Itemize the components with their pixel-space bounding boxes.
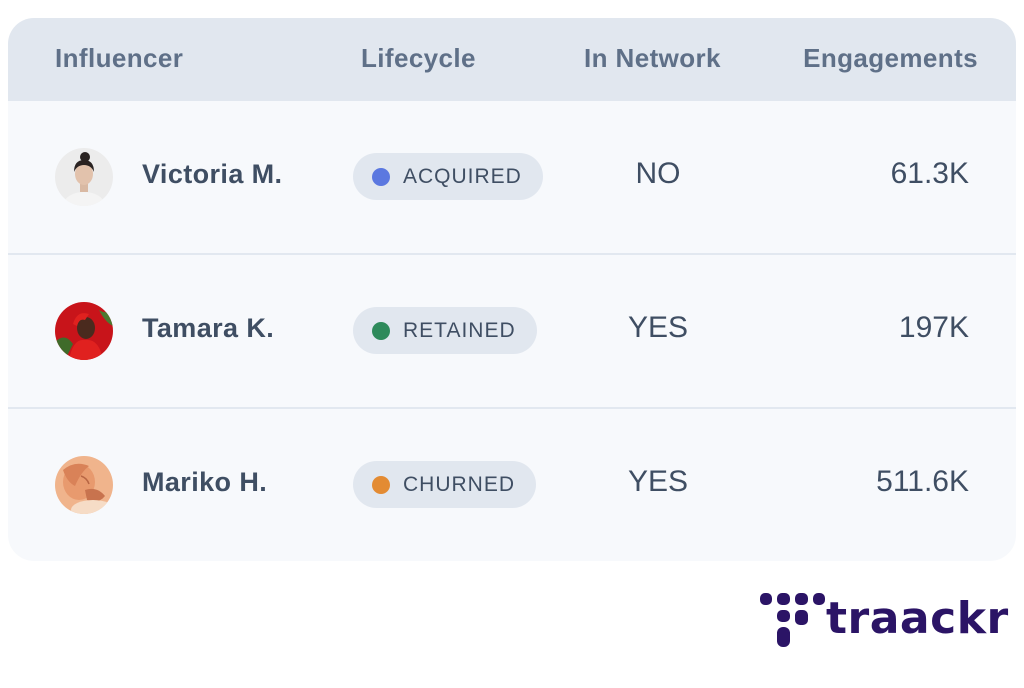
status-dot-icon: [372, 321, 390, 340]
engagements-value: 511.6K: [876, 465, 969, 498]
influencer-table: Influencer Lifecycle In Network Engageme…: [8, 18, 1016, 561]
engagements-value: 197K: [898, 311, 969, 344]
column-header-influencer[interactable]: Influencer: [55, 43, 183, 74]
table-header: Influencer Lifecycle In Network Engageme…: [8, 18, 1016, 101]
in-network-value: YES: [627, 465, 689, 498]
table-row[interactable]: Tamara K. RETAINED YES 197K: [8, 255, 1016, 407]
table-row[interactable]: Mariko H. CHURNED YES 511.6K: [8, 409, 1016, 561]
lifecycle-label: RETAINED: [403, 318, 516, 342]
lifecycle-badge: ACQUIRED: [353, 153, 543, 200]
status-dot-icon: [372, 475, 390, 494]
column-header-in-network[interactable]: In Network: [584, 43, 721, 74]
avatar: [55, 456, 113, 514]
in-network-value: NO: [635, 157, 681, 190]
avatar-photo-icon: [55, 302, 113, 360]
status-dot-icon: [372, 167, 390, 186]
avatar: [55, 148, 113, 206]
avatar-photo-icon: [55, 148, 113, 206]
engagements-value: 61.3K: [890, 157, 969, 190]
in-network-value: YES: [627, 311, 689, 344]
brand-wordmark: traackr: [826, 593, 1009, 644]
lifecycle-badge: CHURNED: [353, 461, 536, 508]
avatar-photo-icon: [55, 456, 113, 514]
lifecycle-label: ACQUIRED: [403, 164, 522, 188]
lifecycle-label: CHURNED: [403, 472, 515, 496]
lifecycle-badge: RETAINED: [353, 307, 537, 354]
table-row[interactable]: Victoria M. ACQUIRED NO 61.3K: [8, 101, 1016, 253]
influencer-name[interactable]: Tamara K.: [142, 313, 274, 344]
avatar: [55, 302, 113, 360]
influencer-name[interactable]: Victoria M.: [142, 159, 282, 190]
column-header-lifecycle[interactable]: Lifecycle: [361, 43, 476, 74]
traackr-logo: traackr: [760, 590, 1008, 650]
traackr-dots-logo-icon: [760, 593, 825, 647]
influencer-name[interactable]: Mariko H.: [142, 467, 267, 498]
column-header-engagements[interactable]: Engagements: [803, 43, 978, 74]
